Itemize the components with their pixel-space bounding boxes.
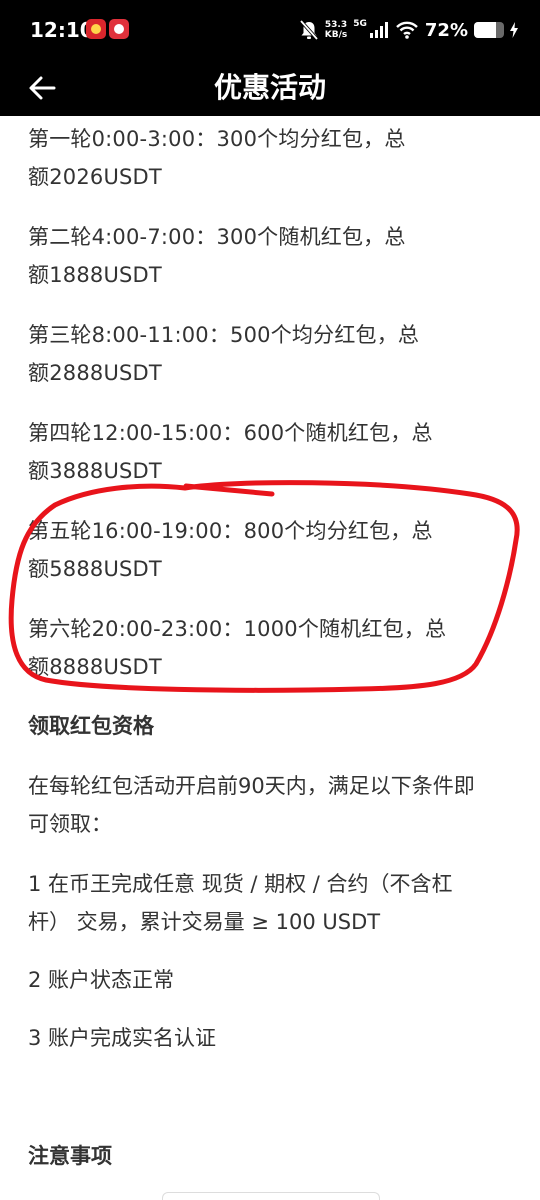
- network-gen-label: 5G: [353, 19, 367, 29]
- round-line: 额2026USDT: [28, 165, 162, 189]
- condition-line: 杆） 交易，累计交易量 ≥ 100 USDT: [28, 910, 381, 934]
- eligibility-heading: 领取红包资格: [28, 714, 154, 738]
- round-line: 额8888USDT: [28, 655, 162, 679]
- round-5: 第五轮16:00-19:00：800个均分红包，总 额5888USDT: [28, 512, 518, 588]
- condition-line: 1 在币王完成任意 现货 / 期权 / 合约（不含杠: [28, 872, 453, 896]
- net-speed-value: 53.3: [324, 20, 348, 30]
- condition-3: 3 账户完成实名认证: [28, 1026, 217, 1050]
- intro-line: 可领取：: [28, 812, 112, 836]
- charging-icon: [510, 22, 518, 38]
- round-line: 额5888USDT: [28, 557, 162, 581]
- battery-percent: 72%: [424, 19, 468, 41]
- app-badge-1-icon: [86, 19, 106, 39]
- round-line: 第五轮16:00-19:00：800个均分红包，总: [28, 519, 433, 543]
- article-body: 第一轮0:00-3:00：300个均分红包，总 额2026USDT 第二轮4:0…: [28, 116, 518, 1175]
- bottom-sheet-handle: [162, 1192, 380, 1200]
- signal-icon: [369, 22, 388, 38]
- mute-bell-icon: [299, 19, 319, 41]
- page-title: 优惠活动: [213, 71, 326, 104]
- round-2: 第二轮4:00-7:00：300个随机红包，总 额1888USDT: [28, 218, 518, 294]
- round-6: 第六轮20:00-23:00：1000个随机红包，总 额8888USDT: [28, 610, 518, 686]
- round-line: 第四轮12:00-15:00：600个随机红包，总: [28, 421, 433, 445]
- round-line: 第一轮0:00-3:00：300个均分红包，总: [28, 127, 406, 151]
- round-1: 第一轮0:00-3:00：300个均分红包，总 额2026USDT: [28, 120, 518, 196]
- battery-icon: [474, 22, 504, 38]
- app-badge-2-icon: [109, 19, 129, 39]
- round-line: 额3888USDT: [28, 459, 162, 483]
- screen: 12:10 53.3 KB/s 5G 72% 优惠活动 第一轮0:00-3:00…: [0, 0, 540, 1200]
- net-speed: 53.3 KB/s: [325, 20, 347, 40]
- condition-1: 1 在币王完成任意 现货 / 期权 / 合约（不含杠 杆） 交易，累计交易量 ≥…: [28, 865, 518, 941]
- round-line: 第六轮20:00-23:00：1000个随机红包，总: [28, 617, 447, 641]
- title-bar: 优惠活动: [0, 60, 540, 116]
- round-line: 第三轮8:00-11:00：500个均分红包，总: [28, 323, 420, 347]
- round-4: 第四轮12:00-15:00：600个随机红包，总 额3888USDT: [28, 414, 518, 490]
- condition-2: 2 账户状态正常: [28, 968, 175, 992]
- round-line: 额1888USDT: [28, 263, 162, 287]
- net-speed-unit: KB/s: [324, 30, 348, 40]
- status-time: 12:10: [30, 18, 94, 42]
- round-line: 额2888USDT: [28, 361, 162, 385]
- round-3: 第三轮8:00-11:00：500个均分红包，总 额2888USDT: [28, 316, 518, 392]
- intro-line: 在每轮红包活动开启前90天内，满足以下条件即: [28, 774, 475, 798]
- wifi-icon: [396, 21, 418, 39]
- status-bar: 12:10 53.3 KB/s 5G 72%: [0, 0, 540, 60]
- status-indicators: 53.3 KB/s 5G 72%: [299, 14, 518, 46]
- round-line: 第二轮4:00-7:00：300个随机红包，总: [28, 225, 406, 249]
- notes-heading: 注意事项: [28, 1144, 112, 1168]
- eligibility-intro: 在每轮红包活动开启前90天内，满足以下条件即 可领取：: [28, 767, 518, 843]
